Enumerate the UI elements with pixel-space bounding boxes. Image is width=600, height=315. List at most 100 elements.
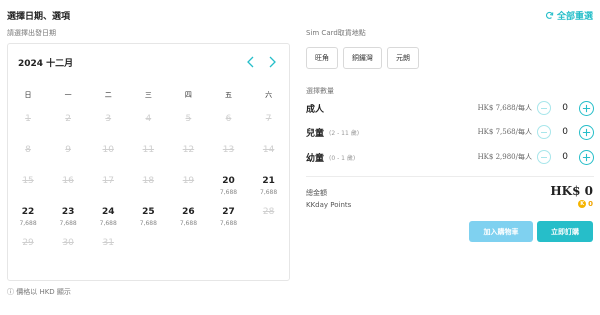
decrease-infant-button[interactable]: [537, 150, 551, 164]
day-number: 9: [65, 145, 71, 155]
points-label: KKday Points: [306, 201, 352, 209]
day-price: 7,688: [260, 189, 278, 196]
quantity-name: 幼童: [306, 153, 325, 164]
day-price: 7,688: [139, 220, 157, 227]
quantity-name: 成人: [306, 104, 325, 115]
minus-icon: [541, 131, 547, 133]
calendar-day: 29: [8, 238, 48, 269]
day-number: 14: [262, 145, 275, 155]
day-number: 31: [102, 238, 114, 248]
day-number: 20: [222, 176, 235, 186]
calendar-day: 5: [168, 114, 208, 145]
calendar-day: 17: [88, 176, 128, 207]
weekday-header: 四: [184, 91, 192, 99]
day-number: 19: [182, 176, 195, 186]
day-number: 28: [262, 207, 275, 217]
day-number: 25: [142, 207, 155, 217]
prev-month-button[interactable]: [245, 54, 257, 68]
calendar-week: 15 16 17 18 19 20 7,688 21 7,688: [8, 176, 289, 207]
quantity-row-infant: 幼童 (0 - 1 歲) HK$ 2,980/每人 0: [306, 146, 594, 168]
refresh-icon: [545, 11, 554, 19]
calendar-day: 30: [48, 238, 88, 269]
day-number: 13: [222, 145, 235, 155]
infant-count: 0: [562, 152, 568, 162]
decrease-child-button[interactable]: [537, 125, 551, 139]
calendar-day: 4: [128, 114, 168, 145]
calendar-day: 13: [208, 145, 248, 176]
calendar-day: 10: [88, 145, 128, 176]
sim-pickup-label: Sim Card取貨地點: [306, 29, 366, 37]
day-number: 7: [265, 114, 272, 124]
day-number: 18: [142, 176, 155, 186]
minus-icon: [541, 156, 547, 158]
calendar-day: 16: [48, 176, 88, 207]
day-number: 3: [105, 114, 112, 124]
day-number: 22: [21, 207, 35, 217]
day-price: 7,688: [99, 220, 117, 227]
sim-pickup-options: 旺角 銅鑼灣 元朗: [306, 47, 419, 69]
calendar-day: 1: [8, 114, 48, 145]
adult-count: 0: [562, 103, 568, 113]
calendar-day[interactable]: 26 7,688: [168, 207, 208, 238]
calendar-day[interactable]: 22 7,688: [8, 207, 48, 238]
calendar-day: 3: [88, 114, 128, 145]
day-number: 16: [62, 176, 74, 186]
calendar-day[interactable]: 24 7,688: [88, 207, 128, 238]
book-now-button[interactable]: 立即訂購: [537, 221, 593, 242]
increase-adult-button[interactable]: [579, 100, 594, 116]
day-number: 30: [62, 238, 74, 248]
calendar-day: 7: [249, 114, 289, 145]
day-number: 21: [262, 176, 275, 186]
points-value-group: K 0: [578, 200, 593, 208]
weekday-header: 五: [225, 91, 233, 99]
day-number: 6: [225, 114, 232, 124]
total-label: 總金額: [306, 189, 327, 197]
next-month-button[interactable]: [266, 54, 278, 68]
points-value: 0: [588, 200, 593, 208]
plus-icon: [582, 104, 591, 112]
increase-infant-button[interactable]: [579, 149, 594, 165]
age-range: (2 - 11 歲): [329, 129, 360, 137]
total-value: HK$ 0: [550, 184, 593, 198]
day-number: 4: [145, 114, 152, 124]
plus-icon: [582, 153, 591, 161]
day-price: 7,688: [19, 220, 37, 227]
calendar-day: 6: [208, 114, 248, 145]
calendar-day: 15: [8, 176, 48, 207]
calendar-day: 2: [48, 114, 88, 145]
day-number: 15: [22, 176, 34, 186]
calendar-day[interactable]: 27 7,688: [208, 207, 248, 238]
day-number: 27: [222, 207, 235, 217]
divider: [306, 176, 594, 177]
calendar-day: 8: [8, 145, 48, 176]
calendar-day: 18: [128, 176, 168, 207]
day-price: 7,688: [59, 220, 77, 227]
quantity-name: 兒童: [306, 128, 325, 139]
sim-option-causeway-bay[interactable]: 銅鑼灣: [343, 47, 382, 69]
calendar-day[interactable]: 21 7,688: [249, 176, 289, 207]
sim-option-yuen-long[interactable]: 元朗: [387, 47, 419, 69]
calendar-day[interactable]: 20 7,688: [208, 176, 248, 207]
child-count: 0: [562, 127, 568, 137]
reset-all-label: 全部重選: [556, 12, 593, 22]
weekday-header: 日: [24, 91, 32, 99]
calendar-day[interactable]: 23 7,688: [48, 207, 88, 238]
day-number: 24: [101, 207, 115, 217]
reset-all-button[interactable]: 全部重選: [545, 9, 593, 22]
currency-note: ⓘ 價格以 HKD 顯示: [7, 288, 71, 296]
sim-option-mongkok[interactable]: 旺角: [306, 47, 338, 69]
day-number: 10: [102, 145, 114, 155]
day-number: 1: [25, 114, 31, 124]
calendar-day[interactable]: 25 7,688: [128, 207, 168, 238]
day-number: 29: [22, 238, 34, 248]
quantity-label: 選擇數量: [306, 87, 334, 95]
calendar-grid: 日一二三四五六 1 2 3 4 5 6 7 8 9 10 11 12 13 14 15 16 17 18 19 20 7,…: [8, 87, 289, 269]
unit-price: HK$ 7,568/每人: [477, 128, 532, 136]
day-price: 7,688: [219, 189, 238, 196]
increase-child-button[interactable]: [579, 124, 594, 140]
weekday-header: 六: [265, 91, 273, 99]
decrease-adult-button[interactable]: [537, 101, 551, 115]
add-to-cart-button[interactable]: 加入購物車: [469, 221, 533, 242]
calendar-week: 29 30 31: [8, 238, 289, 269]
day-number: 11: [142, 145, 155, 155]
